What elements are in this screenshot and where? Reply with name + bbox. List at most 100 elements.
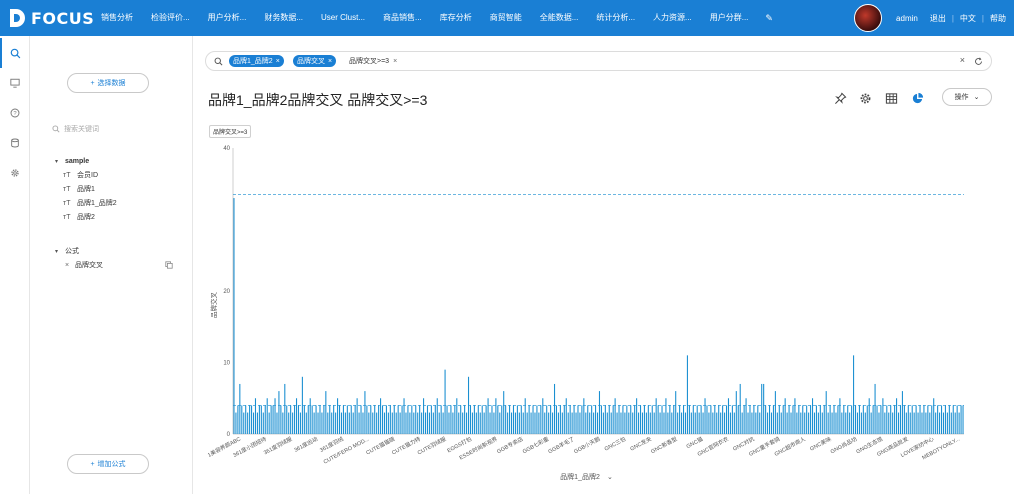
bar <box>862 405 864 434</box>
bar <box>725 405 728 434</box>
nav-item[interactable]: 商贸智能 <box>481 0 531 36</box>
bar <box>829 405 831 434</box>
bar <box>348 412 350 434</box>
nav-item[interactable]: 统计分析... <box>587 0 644 36</box>
nav-item[interactable]: 人力资源... <box>644 0 701 36</box>
bar <box>444 369 446 434</box>
bar <box>526 412 528 434</box>
formula-item[interactable]: × 品牌交叉 <box>55 258 173 272</box>
refresh-icon[interactable] <box>974 57 983 66</box>
bar <box>952 405 954 434</box>
question-icon: ? <box>10 108 19 118</box>
bar <box>421 412 423 434</box>
clear-icon[interactable]: × <box>960 55 965 65</box>
search-bar[interactable]: 品牌1_品牌2 × 品牌交叉 × 品牌交叉>=3 × × <box>205 51 992 71</box>
filter-chip[interactable]: 品牌交叉 × <box>293 55 337 67</box>
rail-settings[interactable] <box>0 158 29 188</box>
nav-item[interactable]: 检验评价... <box>142 0 199 36</box>
bar <box>389 405 391 434</box>
bar <box>823 405 825 434</box>
bar <box>931 405 933 434</box>
bar <box>854 405 857 434</box>
bar <box>368 412 370 434</box>
nav-item[interactable]: 全能数据... <box>531 0 588 36</box>
bar <box>651 405 653 434</box>
copy-icon[interactable] <box>165 261 173 269</box>
condition-label: 品牌交叉>=3 <box>349 58 390 65</box>
pin-button[interactable] <box>832 90 848 106</box>
formula-node[interactable]: ▾ 公式 <box>55 244 173 258</box>
nav-item[interactable]: 商品销售... <box>374 0 431 36</box>
rail-help[interactable]: ? <box>0 98 29 128</box>
filter-condition[interactable]: 品牌交叉>=3 × <box>349 55 397 67</box>
nav-item[interactable]: 用户分群... <box>701 0 758 36</box>
bar <box>309 398 311 434</box>
bar <box>436 398 438 434</box>
select-data-button[interactable]: + 选择数据 <box>67 73 149 93</box>
nav-item[interactable]: 库存分析 <box>431 0 481 36</box>
bar <box>532 405 534 434</box>
field-item[interactable]: ᴛT 品牌1_品牌2 <box>55 196 117 210</box>
edit-icon[interactable]: ✎ <box>757 0 781 36</box>
bar <box>671 412 673 434</box>
field-item[interactable]: ᴛT 会员ID <box>55 168 117 182</box>
bar <box>434 405 436 434</box>
bar <box>579 412 581 434</box>
bar <box>464 405 466 434</box>
rail-dashboard[interactable] <box>0 68 29 98</box>
rail-data[interactable] <box>0 128 29 158</box>
bar <box>471 412 473 434</box>
chip-close-icon[interactable]: × <box>276 58 280 65</box>
bar <box>694 412 696 434</box>
nav-item[interactable]: User Clust... <box>312 0 374 36</box>
bar <box>905 412 907 434</box>
bar <box>501 405 503 434</box>
bar <box>755 412 757 434</box>
bar <box>810 405 812 434</box>
bar <box>467 376 470 434</box>
rail-search[interactable] <box>0 38 29 68</box>
chart-type-button[interactable] <box>909 90 925 106</box>
bar <box>272 405 274 434</box>
bar <box>837 405 839 434</box>
bar <box>372 412 374 434</box>
bar <box>315 405 317 434</box>
bar <box>557 412 559 434</box>
bar <box>925 412 927 434</box>
username[interactable]: admin <box>890 14 924 23</box>
bar <box>565 398 567 434</box>
bar <box>493 412 495 434</box>
bar <box>772 405 774 434</box>
filter-chip[interactable]: 品牌1_品牌2 × <box>229 55 284 67</box>
bar <box>880 405 882 434</box>
operations-button[interactable]: 操作 ⌄ <box>942 88 992 106</box>
bar <box>419 405 421 434</box>
bar <box>522 412 524 434</box>
bar <box>673 405 675 434</box>
nav-item[interactable]: 财务数据... <box>255 0 312 36</box>
bar <box>266 398 268 434</box>
bar <box>731 405 733 434</box>
table-view-button[interactable] <box>883 90 899 106</box>
bar <box>301 376 303 434</box>
app-logo[interactable]: FOCUS <box>8 8 94 28</box>
field-search[interactable]: 搜索关键词 <box>52 122 172 136</box>
field-item[interactable]: ᴛT 品牌1 <box>55 182 117 196</box>
add-formula-button[interactable]: + 增加公式 <box>67 454 149 474</box>
avatar[interactable] <box>854 4 883 32</box>
dataset-node[interactable]: ▾ sample <box>55 154 117 168</box>
bar <box>800 412 802 434</box>
nav-item[interactable]: 用户分析... <box>199 0 256 36</box>
chip-close-icon[interactable]: × <box>328 58 332 65</box>
condition-close-icon[interactable]: × <box>393 58 397 65</box>
bar <box>383 412 386 434</box>
help-link[interactable]: 帮助 <box>984 13 1014 24</box>
field-item[interactable]: ᴛT 品牌2 <box>55 210 117 224</box>
logout-link[interactable]: 退出 <box>924 13 952 24</box>
settings-button[interactable] <box>857 90 873 106</box>
bar <box>927 405 929 434</box>
language-link[interactable]: 中文 <box>954 13 982 24</box>
bar <box>702 412 704 434</box>
nav-item[interactable]: 销售分析 <box>92 0 142 36</box>
operations-label: 操作 <box>954 94 969 101</box>
